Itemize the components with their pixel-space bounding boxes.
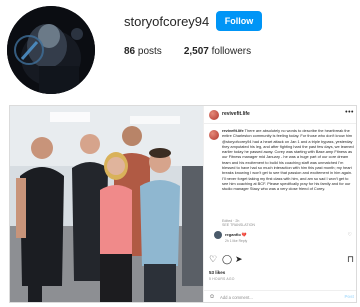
posts-label: posts: [137, 46, 162, 57]
comment-text: 💔: [241, 232, 247, 237]
group-photo: [10, 106, 203, 302]
post-actions: ♡ ◯ ➤ ⊓: [209, 254, 354, 266]
post-comment-button[interactable]: Post: [344, 294, 354, 299]
author-avatar[interactable]: [209, 110, 219, 120]
share-icon[interactable]: ➤: [235, 254, 243, 264]
followers-count: 2,507: [183, 46, 209, 57]
likes-count[interactable]: 53 likes: [209, 270, 225, 275]
post-caption: revivefit.life There are absolutely no w…: [222, 128, 354, 192]
comment-input[interactable]: [220, 293, 330, 302]
heart-icon[interactable]: ♡: [209, 254, 217, 264]
post-author[interactable]: revivefit.life: [222, 111, 250, 117]
more-options-icon[interactable]: •••: [345, 109, 354, 116]
caption-author[interactable]: revivefit.life: [222, 128, 244, 133]
caption-text: There are absolutely no words to describ…: [222, 128, 354, 192]
comment: reganflo 💔: [225, 232, 247, 237]
bookmark-icon[interactable]: ⊓: [347, 254, 354, 264]
comment-like-icon[interactable]: ♡: [348, 232, 352, 238]
post-photo[interactable]: [10, 106, 203, 302]
emoji-icon[interactable]: ☺: [209, 294, 215, 300]
post-header: revivefit.life •••: [204, 106, 356, 124]
posts-stat[interactable]: 86 posts: [124, 46, 162, 57]
post-side-panel: revivefit.life ••• revivefit.life There …: [203, 106, 356, 302]
followers-label: followers: [211, 46, 252, 57]
follow-button[interactable]: Follow: [216, 11, 262, 31]
profile-avatar-icon: [7, 6, 95, 94]
caption-author-avatar[interactable]: [209, 130, 219, 140]
comment-meta: 2h 1 like Reply: [225, 239, 248, 243]
profile-avatar[interactable]: [7, 6, 95, 94]
profile-header: storyofcorey94 Follow 86 posts 2,507 fol…: [0, 0, 360, 100]
profile-stats: 86 posts 2,507 followers: [124, 46, 251, 57]
add-comment-bar: ☺ Post: [204, 290, 356, 302]
comment-icon[interactable]: ◯: [222, 254, 232, 264]
post-date: 5 HOURS AGO: [209, 277, 235, 281]
commenter-avatar[interactable]: [214, 231, 222, 239]
see-translation[interactable]: SEE TRANSLATION: [222, 223, 255, 227]
posts-count: 86: [124, 46, 136, 57]
post-card: revivefit.life ••• revivefit.life There …: [9, 105, 357, 303]
comment-user[interactable]: reganflo: [225, 232, 241, 237]
profile-username: storyofcorey94: [124, 14, 210, 29]
followers-stat[interactable]: 2,507 followers: [184, 46, 251, 57]
